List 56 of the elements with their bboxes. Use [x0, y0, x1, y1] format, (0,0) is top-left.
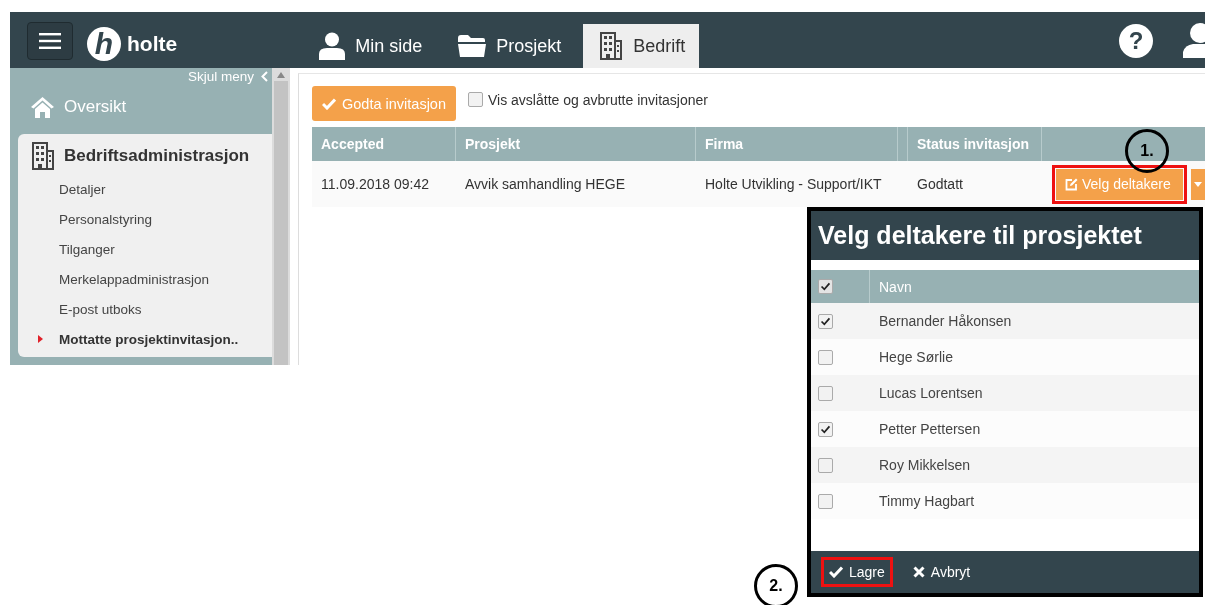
table-cell-text: Avvik samhandling HEGE: [464, 175, 627, 194]
caret-right-icon: [38, 335, 43, 343]
menu-button[interactable]: [27, 22, 73, 60]
checkbox-label: Vis avslåtte og avbrutte invitasjoner: [488, 91, 708, 108]
dialog-title: Velg deltakere til prosjektet: [811, 211, 1199, 260]
logo-mark: h: [87, 27, 121, 61]
close-icon: [912, 566, 925, 578]
caret-down-icon: [1193, 181, 1202, 187]
participant-name: Bernander Håkonsen: [878, 313, 1012, 329]
menu-item[interactable]: Detaljer: [18, 174, 272, 204]
user-icon[interactable]: [1183, 22, 1205, 58]
checkbox[interactable]: [818, 313, 833, 329]
participant-name: Timmy Hagbart: [878, 493, 975, 509]
check-icon: [322, 97, 336, 110]
column-header: Navn: [878, 278, 912, 295]
chevron-left-icon: [261, 71, 268, 82]
menu-item[interactable]: Mottatte prosjektinvitasjon..: [18, 324, 272, 354]
nav-tab[interactable]: Prosjekt: [444, 24, 576, 68]
save-button[interactable]: Lagre: [824, 560, 890, 584]
menu-item[interactable]: Personalstyring: [18, 204, 272, 234]
checkbox[interactable]: [818, 385, 833, 401]
building-icon: [597, 32, 624, 60]
logo-text: holte: [127, 32, 178, 56]
checkbox[interactable]: [818, 493, 833, 509]
table-cell-text: 11.09.2018 09:42: [320, 175, 430, 194]
menu-item[interactable]: E-post utboks: [18, 294, 272, 324]
participant-name: Petter Pettersen: [878, 421, 981, 437]
nav-tab[interactable]: Min side: [305, 24, 437, 68]
folder-icon: [458, 35, 487, 57]
user-icon: [319, 32, 346, 60]
dropdown-button[interactable]: [1190, 168, 1205, 200]
checkbox[interactable]: [818, 279, 833, 294]
menu-item[interactable]: Merkelappadministrasjon: [18, 264, 272, 294]
checkbox[interactable]: [468, 92, 483, 107]
participant-name: Roy Mikkelsen: [878, 457, 971, 473]
help-button[interactable]: ?: [1119, 24, 1153, 58]
scroll-up-icon[interactable]: [277, 72, 285, 78]
building-icon: [29, 142, 55, 170]
step-number: 1.: [1125, 129, 1169, 173]
menu-item[interactable]: Tilganger: [18, 234, 272, 264]
step-number: 2.: [754, 564, 798, 605]
checkbox[interactable]: [818, 457, 833, 473]
section-title: Bedriftsadministrasjon: [64, 146, 250, 166]
nav-tab[interactable]: Bedrift: [583, 24, 700, 68]
table-cell-text: Holte Utvikling - Support/IKT: [704, 175, 883, 194]
edit-icon: [1065, 177, 1078, 191]
checkbox[interactable]: [818, 349, 833, 365]
check-icon: [829, 566, 843, 578]
menu-icon: [39, 33, 61, 49]
participant-name: Hege Sørlie: [878, 349, 953, 365]
home-icon: [30, 96, 55, 118]
checkbox[interactable]: [818, 421, 833, 437]
table-cell-text: Godtatt: [916, 175, 964, 194]
cancel-button[interactable]: Avbryt: [907, 560, 976, 584]
participant-name: Lucas Lorentsen: [878, 385, 983, 401]
scrollbar-thumb[interactable]: [274, 81, 288, 365]
